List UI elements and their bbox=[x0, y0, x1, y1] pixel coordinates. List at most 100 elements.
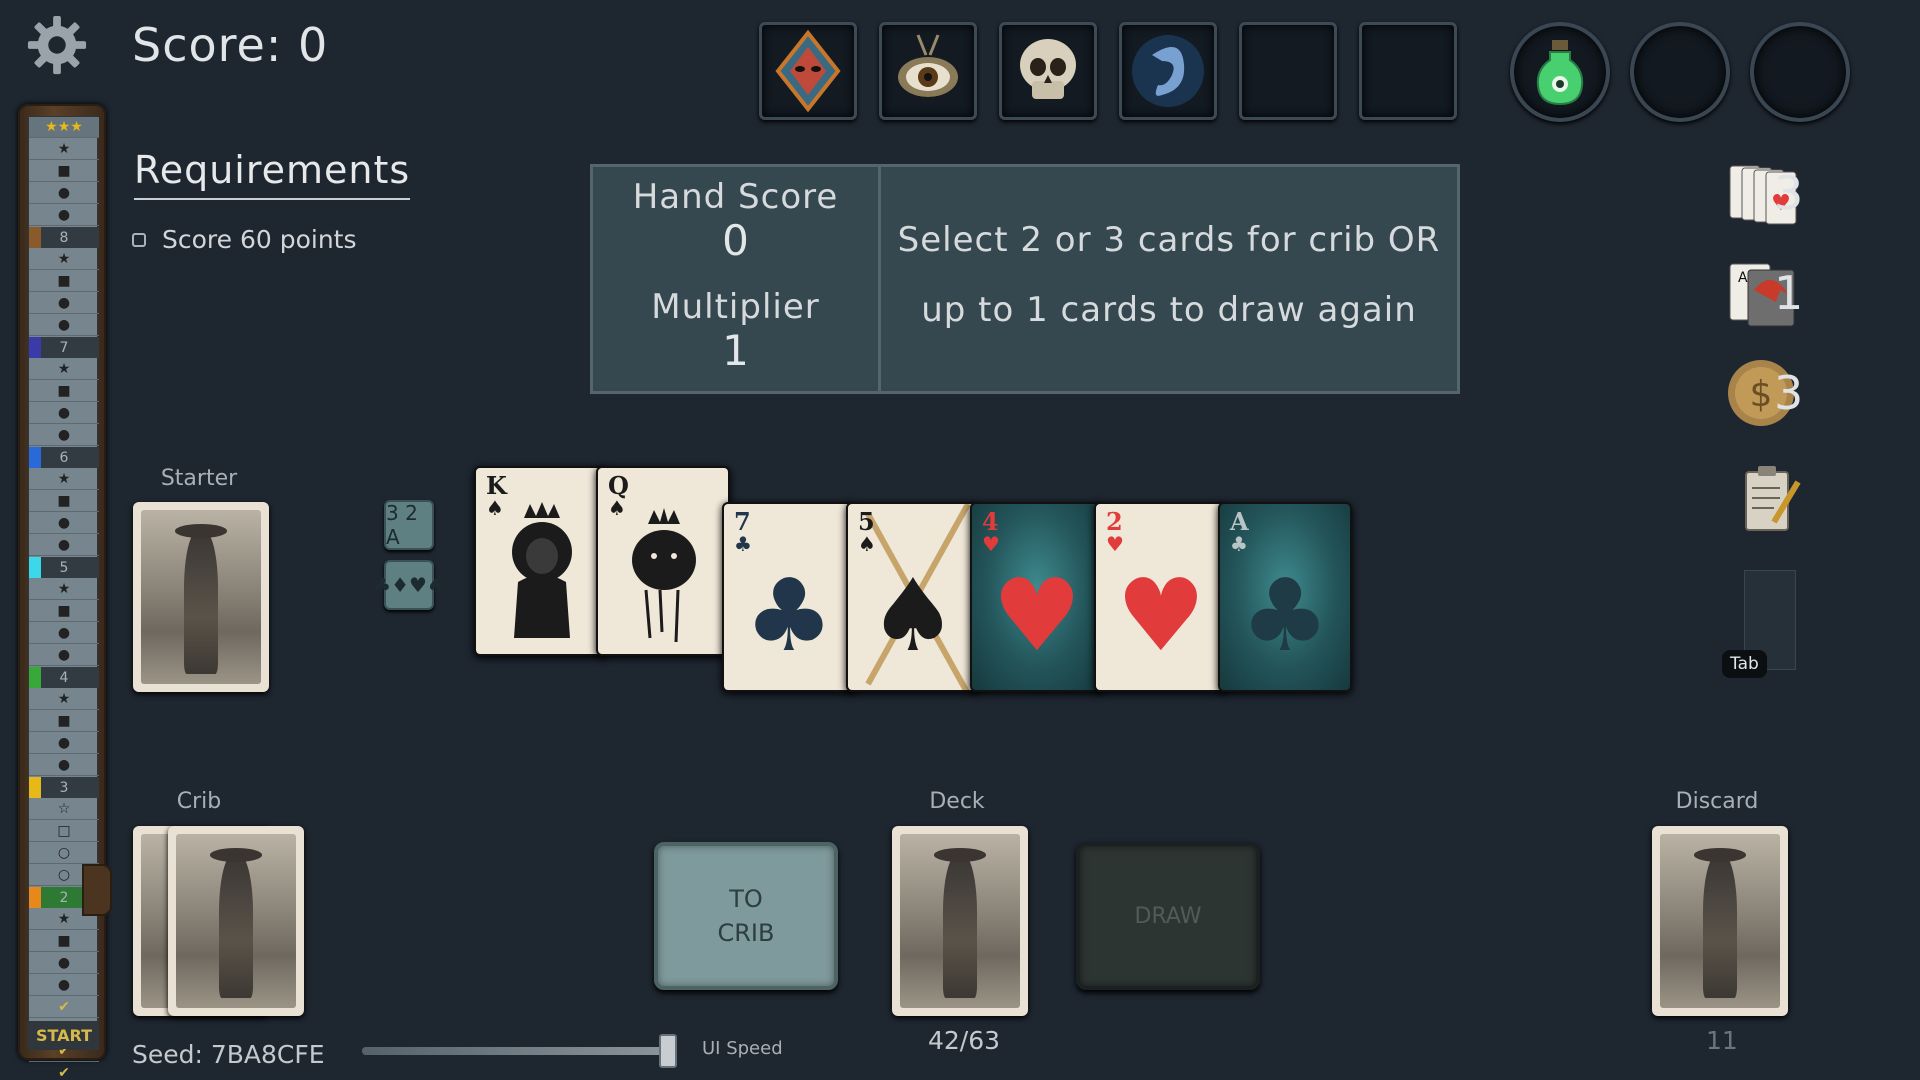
potion-slot-1[interactable] bbox=[1510, 22, 1610, 122]
deck-label: Deck bbox=[929, 789, 985, 814]
draw-button[interactable]: DRAW bbox=[1076, 842, 1260, 990]
track-level-5: 5 bbox=[29, 557, 99, 578]
tab-key-badge: Tab bbox=[1722, 650, 1767, 678]
level-color-bar bbox=[29, 227, 41, 248]
card-rank: 4 bbox=[982, 507, 999, 536]
track-cell: ● bbox=[29, 623, 99, 644]
hand-card-king-spades[interactable]: K ♠ bbox=[474, 466, 608, 656]
track-cell: ★ bbox=[29, 469, 99, 490]
empty-relic-slot[interactable] bbox=[1359, 22, 1457, 120]
card-rank: 5 bbox=[858, 507, 875, 536]
hand-card-seven-clubs[interactable]: 7 ♣ ♣ bbox=[722, 502, 856, 692]
discard-pile[interactable] bbox=[1652, 826, 1788, 1016]
discards-remaining-count: 1 bbox=[1774, 266, 1804, 320]
track-cell: ● bbox=[29, 293, 99, 314]
crib-card[interactable] bbox=[168, 826, 304, 1016]
to-crib-button[interactable]: TO CRIB bbox=[654, 842, 838, 990]
level-number: 3 bbox=[59, 779, 69, 796]
starter-card bbox=[133, 502, 269, 692]
hand-score-value: 0 bbox=[722, 216, 749, 265]
potion-slot-2[interactable] bbox=[1630, 22, 1730, 122]
track-cell: ☆ bbox=[29, 799, 99, 820]
track-cell: ● bbox=[29, 953, 99, 974]
track-cell: ■ bbox=[29, 491, 99, 512]
skull-relic-slot[interactable] bbox=[999, 22, 1097, 120]
track-level-6: 6 bbox=[29, 447, 99, 468]
level-number: 7 bbox=[59, 339, 69, 356]
level-number: 4 bbox=[59, 669, 69, 686]
track-cell: ● bbox=[29, 205, 99, 226]
mask-relic-icon bbox=[775, 29, 841, 113]
money-count: 3 bbox=[1774, 366, 1804, 420]
hand-card-ace-clubs[interactable]: A ♣ ♣ bbox=[1218, 502, 1352, 692]
multiplier-value: 1 bbox=[722, 326, 749, 375]
lion-king-icon bbox=[512, 502, 572, 638]
sort-by-rank-button[interactable]: 3 2 A bbox=[384, 500, 434, 550]
hand-card-queen-spades[interactable]: Q ♠ bbox=[596, 466, 730, 656]
track-level-3: 3 bbox=[29, 777, 99, 798]
level-color-bar bbox=[29, 447, 41, 468]
empty-relic-slot[interactable] bbox=[1239, 22, 1337, 120]
sort-by-suit-button[interactable]: ♣♦♥♠ bbox=[373, 560, 445, 610]
track-top-stars: ★★★ bbox=[29, 117, 99, 138]
discard-count: 11 bbox=[1706, 1026, 1738, 1055]
track-cell: ● bbox=[29, 513, 99, 534]
hand-score-label: Hand Score bbox=[632, 177, 839, 217]
ui-speed-label: UI Speed bbox=[702, 1038, 783, 1059]
settings-gear-icon[interactable] bbox=[26, 14, 88, 76]
track-cell: ● bbox=[29, 755, 99, 776]
discard-label: Discard bbox=[1675, 789, 1759, 814]
starter-label: Starter bbox=[160, 466, 238, 491]
track-cell: ● bbox=[29, 733, 99, 754]
ui-speed-slider-fill bbox=[362, 1047, 668, 1055]
to-crib-line-2: CRIB bbox=[717, 919, 775, 947]
hand-card-two-hearts[interactable]: 2 ♥ ♥ bbox=[1094, 502, 1228, 692]
deck-pile[interactable] bbox=[892, 826, 1028, 1016]
level-color-bar bbox=[29, 557, 41, 578]
track-cell: ★ bbox=[29, 359, 99, 380]
instruction-line-1: Select 2 or 3 cards for crib OR bbox=[897, 220, 1441, 260]
track-cell: ● bbox=[29, 315, 99, 336]
potion-slot-3[interactable] bbox=[1750, 22, 1850, 122]
card-rank: K bbox=[486, 471, 507, 500]
track-level-4: 4 bbox=[29, 667, 99, 688]
spirit-relic-slot[interactable] bbox=[1119, 22, 1217, 120]
skull-icon bbox=[1020, 39, 1076, 99]
card-suit: ♥ bbox=[1106, 532, 1124, 556]
level-color-bar bbox=[29, 667, 41, 688]
level-track: ★★★ ★ ■ ● ● 8 ★ ■ ● ● 7 ★ ■ ● ● 6 ★ ■ ● ● 5 ★ ■ ● ● 4 ★ ■ ● ● 3 ☆ □ ○ ○ 2 ★ ■… bbox=[18, 104, 106, 1080]
notes-icon[interactable] bbox=[1740, 464, 1804, 536]
card-rank: A bbox=[1230, 507, 1249, 536]
track-cell: ★ bbox=[29, 689, 99, 710]
hand-card-four-hearts[interactable]: 4 ♥ ♥ bbox=[970, 502, 1104, 692]
requirements-title: Requirements bbox=[134, 148, 411, 200]
track-level-8: 8 bbox=[29, 227, 99, 248]
track-cell: ■ bbox=[29, 381, 99, 402]
track-cell: ■ bbox=[29, 931, 99, 952]
card-rank: 7 bbox=[734, 507, 751, 536]
hands-remaining-count: 3 bbox=[1774, 166, 1804, 220]
hand-card-five-spades[interactable]: 5 ♠ ♠ bbox=[846, 502, 980, 692]
to-crib-line-1: TO bbox=[729, 885, 763, 913]
seed-label: Seed: 7BA8CFE bbox=[132, 1040, 325, 1069]
card-suit-large: ♥ bbox=[1116, 557, 1206, 674]
eye-pendant-relic-slot[interactable] bbox=[879, 22, 977, 120]
card-suit: ♣ bbox=[1230, 532, 1248, 556]
score-label: Score: 0 bbox=[132, 18, 329, 72]
level-number: 5 bbox=[59, 559, 69, 576]
track-cell: ● bbox=[29, 975, 99, 996]
level-number: 8 bbox=[59, 229, 69, 246]
spirit-icon bbox=[1132, 35, 1204, 107]
instruction-line-2: up to 1 cards to draw again bbox=[921, 290, 1417, 330]
track-cell: ★ bbox=[29, 249, 99, 270]
level-color-bar bbox=[29, 777, 41, 798]
card-suit: ♥ bbox=[982, 532, 1000, 556]
card-suit-large: ♣ bbox=[744, 557, 834, 674]
mask-relic-slot[interactable] bbox=[759, 22, 857, 120]
track-start: START bbox=[29, 1021, 99, 1049]
track-cell: ■ bbox=[29, 271, 99, 292]
svg-text:$: $ bbox=[1750, 374, 1773, 415]
track-marker bbox=[82, 864, 112, 916]
requirement-checkbox bbox=[132, 233, 146, 247]
ui-speed-slider-handle[interactable] bbox=[658, 1034, 677, 1068]
